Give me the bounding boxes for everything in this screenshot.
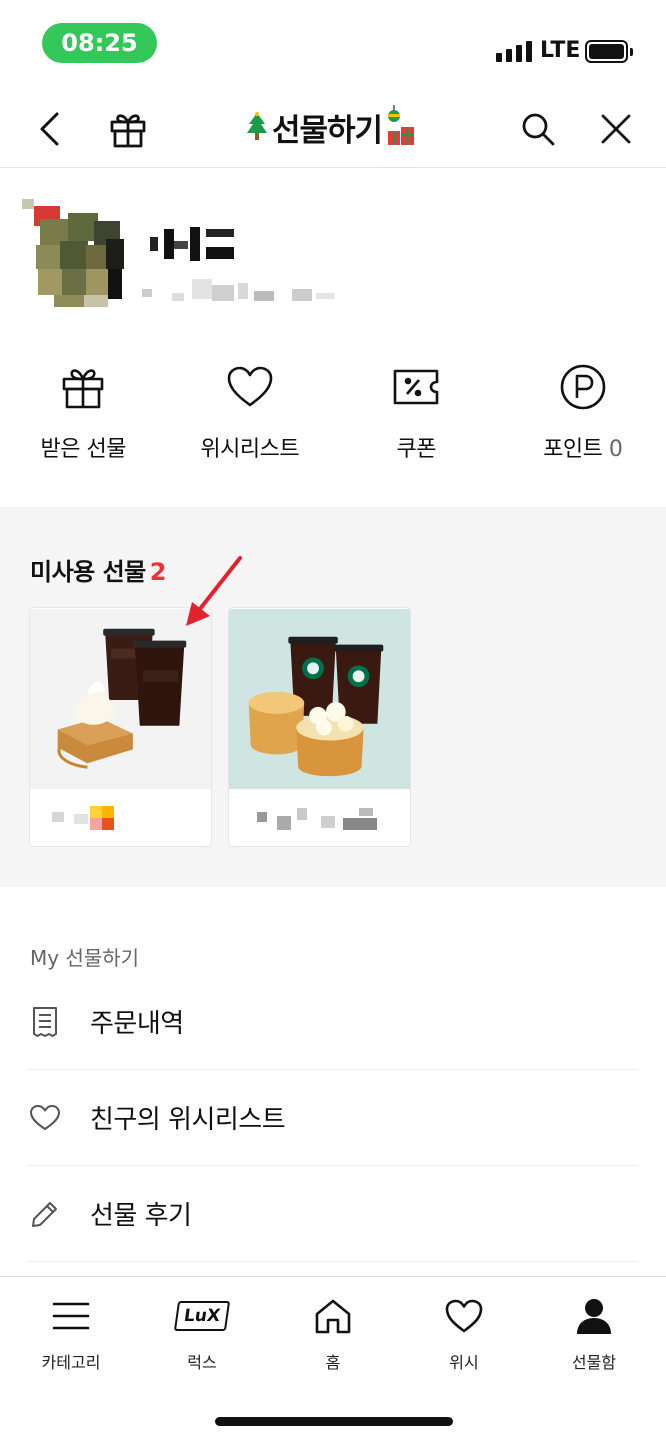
bottom-nav: 카테고리 LuX 럭스 홈 위시 선물함 bbox=[0, 1276, 666, 1440]
gift-card-caption-redacted bbox=[229, 790, 410, 846]
nav-home[interactable]: 홈 bbox=[268, 1291, 398, 1373]
order-history-row[interactable]: 주문내역 bbox=[28, 974, 638, 1070]
header-title-group: 선물하기 bbox=[246, 102, 416, 152]
menu-icon bbox=[52, 1291, 90, 1341]
gift-icon[interactable] bbox=[106, 107, 150, 151]
point-label-text: 포인트 bbox=[543, 437, 603, 462]
app-header: 선물하기 bbox=[0, 90, 666, 168]
quick-point-label: 포인트 0 bbox=[543, 431, 623, 463]
gift-card-starbucks[interactable] bbox=[228, 607, 411, 847]
lux-badge: LuX bbox=[173, 1301, 231, 1331]
friends-wishlist-row[interactable]: 친구의 위시리스트 bbox=[28, 1070, 638, 1166]
home-icon bbox=[314, 1291, 352, 1341]
gift-card-caption-redacted bbox=[30, 790, 211, 846]
heart-icon bbox=[226, 345, 274, 429]
page-title: 선물하기 bbox=[272, 112, 383, 149]
starbucks-coffee-cake-image bbox=[229, 608, 410, 790]
gift-review-label: 선물 후기 bbox=[90, 1201, 192, 1231]
search-icon[interactable] bbox=[516, 107, 560, 151]
quick-coupon-label: 쿠폰 bbox=[396, 437, 437, 462]
person-icon bbox=[575, 1291, 613, 1341]
nav-wish-label: 위시 bbox=[449, 1353, 479, 1372]
quick-point[interactable]: 포인트 0 bbox=[500, 345, 666, 505]
unused-gifts-title-text: 미사용 선물 bbox=[30, 558, 146, 586]
profile-subtitle-redacted bbox=[142, 279, 342, 301]
nav-wish[interactable]: 위시 bbox=[399, 1291, 529, 1373]
quick-wishlist[interactable]: 위시리스트 bbox=[167, 345, 334, 505]
ediya-coffee-toast-image bbox=[30, 608, 211, 790]
quick-coupon[interactable]: 쿠폰 bbox=[333, 345, 500, 505]
lux-icon: LuX bbox=[173, 1291, 231, 1341]
pencil-icon bbox=[28, 1197, 62, 1231]
point-count: 0 bbox=[608, 437, 623, 462]
quick-received-gifts[interactable]: 받은 선물 bbox=[0, 345, 167, 505]
nav-giftbox-label: 선물함 bbox=[571, 1353, 617, 1372]
receipt-icon bbox=[28, 1005, 62, 1039]
heart-outline-icon bbox=[28, 1101, 62, 1135]
signal-icon bbox=[496, 41, 532, 62]
my-gifts-section: My 선물하기 주문내역 친구의 위시리스트 선물 후기 bbox=[0, 887, 666, 1277]
status-bar: 08:25 LTE bbox=[0, 0, 666, 90]
coupon-icon bbox=[392, 345, 440, 429]
nav-lux[interactable]: LuX 럭스 bbox=[137, 1291, 267, 1373]
avatar[interactable] bbox=[22, 199, 124, 307]
gift-box-icon bbox=[60, 345, 106, 429]
home-indicator bbox=[215, 1417, 453, 1426]
gift-review-row[interactable]: 선물 후기 bbox=[28, 1166, 638, 1262]
nav-giftbox[interactable]: 선물함 bbox=[529, 1291, 659, 1373]
profile-name-redacted bbox=[150, 227, 240, 261]
close-icon[interactable] bbox=[594, 107, 638, 151]
friends-wishlist-label: 친구의 위시리스트 bbox=[90, 1105, 286, 1135]
heart-icon bbox=[444, 1291, 484, 1341]
quick-menu: 받은 선물 위시리스트 쿠폰 포인트 0 bbox=[0, 345, 666, 505]
unused-gifts-section: 미사용 선물 2 bbox=[0, 507, 666, 887]
profile-section bbox=[0, 169, 666, 329]
quick-wishlist-label: 위시리스트 bbox=[200, 437, 300, 462]
gift-card-ediya[interactable] bbox=[29, 607, 212, 847]
my-gifts-title: My 선물하기 bbox=[30, 946, 140, 970]
unused-gifts-count: 2 bbox=[149, 558, 167, 586]
point-icon bbox=[559, 345, 607, 429]
battery-icon bbox=[585, 40, 633, 63]
ornament-gifts-icon bbox=[388, 105, 415, 145]
unused-gifts-title: 미사용 선물 2 bbox=[30, 552, 166, 587]
christmas-tree-icon bbox=[247, 112, 267, 140]
nav-category-label: 카테고리 bbox=[41, 1353, 101, 1372]
status-time: 08:25 bbox=[42, 23, 157, 63]
order-history-label: 주문내역 bbox=[90, 1009, 184, 1039]
nav-home-label: 홈 bbox=[325, 1353, 341, 1372]
nav-category[interactable]: 카테고리 bbox=[6, 1291, 136, 1373]
back-icon[interactable] bbox=[28, 107, 72, 151]
quick-received-gifts-label: 받은 선물 bbox=[40, 437, 127, 462]
annotation-arrow-icon bbox=[186, 556, 242, 626]
network-label: LTE bbox=[540, 38, 581, 63]
nav-lux-label: 럭스 bbox=[187, 1353, 217, 1372]
